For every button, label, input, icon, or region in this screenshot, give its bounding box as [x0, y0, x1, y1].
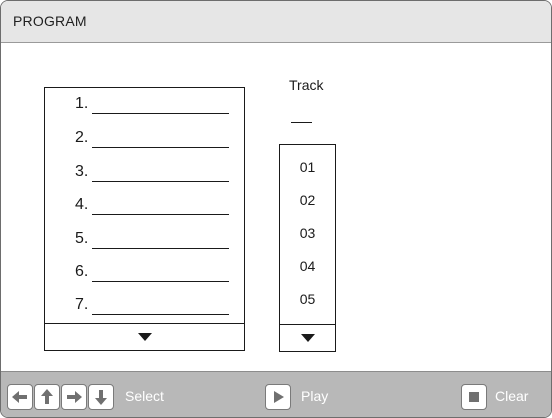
track-item[interactable]: 01	[280, 159, 335, 175]
program-slot-blank	[92, 281, 229, 282]
triangle-down-icon	[300, 334, 315, 342]
clear-button[interactable]	[461, 384, 487, 410]
program-slot-blank	[92, 113, 229, 114]
arrow-right-icon	[67, 391, 82, 403]
track-scroll-down-button[interactable]	[280, 324, 335, 351]
track-item[interactable]: 04	[280, 258, 335, 274]
arrow-down-icon	[95, 390, 107, 405]
program-slot-label: 3.	[75, 163, 89, 180]
arrow-up-icon	[41, 389, 53, 404]
arrow-left-icon	[12, 391, 27, 403]
program-slot-blank	[92, 314, 229, 315]
program-slot-blank	[92, 214, 229, 215]
program-slot[interactable]: 3.	[45, 162, 244, 186]
track-item[interactable]: 03	[280, 225, 335, 241]
track-heading: Track	[289, 77, 324, 93]
track-item[interactable]: 05	[280, 291, 335, 307]
program-slot[interactable]: 5.	[45, 229, 244, 253]
play-button[interactable]	[265, 384, 291, 410]
right-arrow-button[interactable]	[61, 384, 87, 410]
program-slot[interactable]: 6.	[45, 262, 244, 286]
track-item[interactable]: 02	[280, 192, 335, 208]
program-slot-label: 2.	[75, 129, 89, 146]
down-arrow-button[interactable]	[88, 384, 114, 410]
program-slot-blank	[92, 147, 229, 148]
program-window: PROGRAM 1. 2. 3. 4. 5. 6. 7. Track 01 02…	[0, 0, 552, 418]
program-slot-label: 5.	[75, 230, 89, 247]
track-value-blank	[291, 122, 312, 123]
clear-label: Clear	[495, 388, 529, 404]
left-arrow-button[interactable]	[7, 384, 33, 410]
program-list: 1. 2. 3. 4. 5. 6. 7.	[44, 87, 245, 351]
triangle-down-icon	[137, 333, 152, 341]
bottom-control-bar: Select Play Clear	[1, 371, 551, 417]
up-arrow-button[interactable]	[34, 384, 60, 410]
program-slot[interactable]: 4.	[45, 195, 244, 219]
program-slot-label: 1.	[75, 95, 89, 112]
title-bar: PROGRAM	[1, 1, 551, 43]
program-slot-blank	[92, 181, 229, 182]
program-slot-label: 6.	[75, 263, 89, 280]
play-icon	[274, 391, 284, 403]
window-title: PROGRAM	[13, 13, 87, 29]
track-list: 01 02 03 04 05	[279, 144, 336, 352]
stop-square-icon	[469, 392, 479, 402]
program-slot[interactable]: 1.	[45, 94, 244, 118]
select-label: Select	[125, 388, 164, 404]
program-slot[interactable]: 2.	[45, 128, 244, 152]
program-slot-blank	[92, 248, 229, 249]
program-slot[interactable]: 7.	[45, 295, 244, 319]
program-scroll-down-button[interactable]	[45, 323, 244, 350]
program-slot-label: 4.	[75, 196, 89, 213]
program-slot-label: 7.	[75, 296, 89, 313]
play-label: Play	[301, 388, 329, 404]
